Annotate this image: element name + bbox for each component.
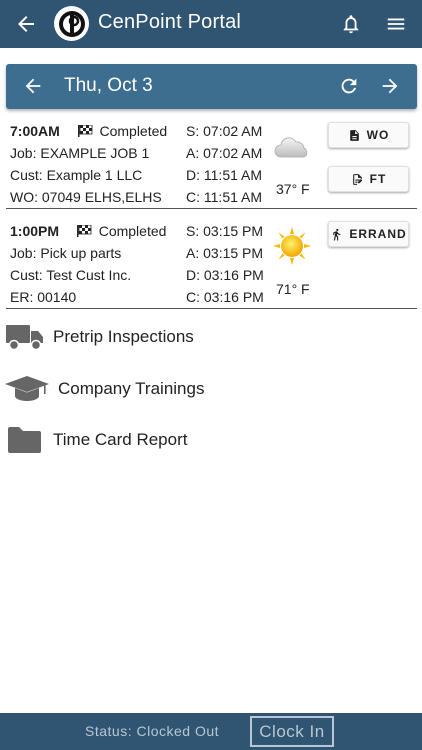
- refresh-icon[interactable]: [338, 75, 360, 97]
- date-navigation-bar: Thu, Oct 3: [6, 64, 417, 109]
- app-title: CenPoint Portal: [98, 11, 242, 33]
- scheduled-time: S: 07:02 AM: [186, 123, 263, 139]
- job-status: Completed: [99, 123, 168, 139]
- next-day-arrow-icon[interactable]: [379, 75, 401, 97]
- previous-day-arrow-icon[interactable]: [22, 75, 44, 97]
- job-card[interactable]: 7:00AM Completed Job: EXAMPLE JOB 1 Cust…: [6, 116, 417, 212]
- time-card-report-item[interactable]: Time Card Report: [0, 419, 422, 459]
- folder-icon: [8, 427, 41, 453]
- status-footer: Status: Clocked Out Clock In: [0, 713, 422, 750]
- job-name: Job: EXAMPLE JOB 1: [10, 145, 150, 161]
- job-time: 7:00AM: [10, 123, 60, 139]
- completed-time: C: 03:16 PM: [186, 289, 264, 305]
- job-divider: [6, 308, 417, 309]
- job-customer: Cust: Example 1 LLC: [10, 167, 143, 183]
- job-time: 1:00PM: [10, 223, 60, 239]
- graduation-cap-icon: [5, 376, 49, 401]
- clock-in-button[interactable]: Clock In: [250, 716, 334, 747]
- scheduled-time: S: 03:15 PM: [186, 223, 264, 239]
- departed-time: D: 11:51 AM: [186, 167, 263, 183]
- job-status: Completed: [98, 223, 167, 239]
- clock-status: Status: Clocked Out: [85, 723, 220, 739]
- document-icon: [349, 129, 359, 141]
- back-arrow-icon[interactable]: [14, 12, 38, 36]
- job-work-order: WO: 07049 ELHS,ELHS: [10, 189, 162, 205]
- arrived-time: A: 07:02 AM: [186, 145, 263, 161]
- job-customer: Cust: Test Cust Inc.: [10, 267, 132, 283]
- bell-icon[interactable]: [340, 12, 362, 36]
- ft-button[interactable]: FT: [328, 166, 409, 192]
- running-person-icon: [333, 228, 341, 240]
- cenpoint-logo: [54, 6, 89, 41]
- temperature: 71° F: [276, 281, 310, 297]
- wo-button[interactable]: WO: [328, 122, 409, 148]
- current-date: Thu, Oct 3: [64, 75, 153, 96]
- app-bar: CenPoint Portal: [0, 0, 422, 48]
- completed-time: C: 11:51 AM: [186, 189, 263, 205]
- checkered-flag-icon: [77, 125, 92, 137]
- pretrip-inspections-item[interactable]: Pretrip Inspections: [0, 317, 422, 357]
- departed-time: D: 03:16 PM: [186, 267, 264, 283]
- sunny-icon: [273, 227, 311, 265]
- job-errand-number: ER: 00140: [10, 289, 77, 305]
- menu-icon[interactable]: [385, 13, 407, 35]
- job-divider: [6, 208, 417, 209]
- job-card[interactable]: 1:00PM Completed Job: Pick up parts Cust…: [6, 214, 417, 310]
- truck-icon: [6, 325, 43, 351]
- edit-document-icon: [352, 173, 362, 185]
- cloudy-icon: [274, 137, 308, 158]
- company-trainings-item[interactable]: Company Trainings: [0, 368, 422, 408]
- temperature: 37° F: [276, 181, 310, 197]
- errand-button[interactable]: ERRAND: [328, 221, 409, 247]
- checkered-flag-icon: [76, 225, 92, 237]
- arrived-time: A: 03:15 PM: [186, 245, 264, 261]
- job-name: Job: Pick up parts: [10, 245, 122, 261]
